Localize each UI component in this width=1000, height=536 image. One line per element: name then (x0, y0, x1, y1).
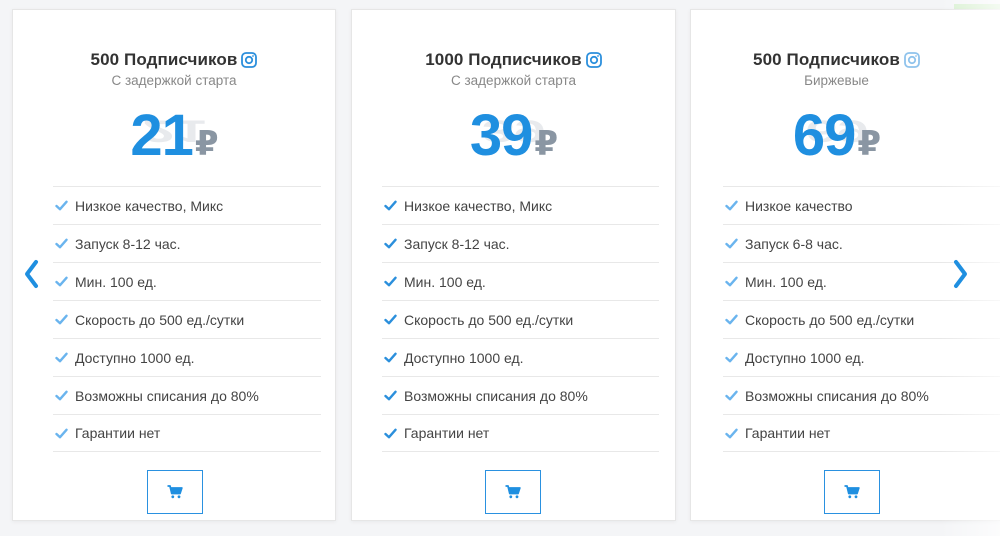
list-item: Гарантии нет (53, 414, 321, 452)
chevron-right-icon[interactable] (950, 256, 970, 292)
list-item: Мин. 100 ед. (382, 262, 659, 300)
list-item: Скорость до 500 ед./сутки (723, 300, 1000, 338)
checkmark-icon (725, 352, 738, 363)
feature-text: Запуск 8-12 час. (404, 235, 510, 252)
add-to-cart-button[interactable] (485, 470, 541, 514)
checkmark-icon (725, 428, 738, 438)
checkmark-icon (55, 200, 68, 211)
instagram-icon (241, 52, 258, 68)
list-item: Скорость до 500 ед./сутки (382, 300, 659, 338)
feature-text: Скорость до 500 ед./сутки (404, 311, 574, 328)
feature-text: Низкое качество (745, 197, 853, 214)
price-value: 69 (792, 103, 857, 168)
instagram-icon (585, 52, 602, 68)
checkmark-icon (55, 276, 68, 287)
checkmark-icon (55, 238, 68, 249)
list-item: Возможны списания до 80% (382, 376, 659, 414)
feature-text: Скорость до 500 ед./сутки (745, 311, 915, 328)
list-item: Доступно 1000 ед. (382, 338, 659, 376)
checkmark-icon (725, 238, 738, 249)
currency-symbol: ₽ (194, 125, 219, 163)
feature-text: Гарантии нет (404, 425, 490, 441)
add-to-cart-button[interactable] (147, 470, 203, 514)
price: 21₽ 21 (130, 107, 219, 173)
list-item: Низкое качество, Микс (382, 186, 659, 224)
feature-text: Запуск 8-12 час. (75, 235, 181, 252)
list-item: Запуск 8-12 час. (53, 224, 321, 262)
cart-icon (844, 485, 860, 499)
price: 39₽ 39 (470, 107, 558, 173)
list-item: Низкое качество (723, 186, 1000, 224)
feature-text: Возможны списания до 80% (404, 387, 588, 404)
currency-symbol: ₽ (534, 125, 558, 163)
checkmark-icon (384, 352, 397, 363)
list-item: Скорость до 500 ед./сутки (53, 300, 321, 338)
cart-icon (505, 485, 521, 499)
feature-list: Низкое качество, Микс Запуск 8-12 час. М… (382, 186, 659, 452)
instagram-icon (904, 52, 920, 68)
feature-text: Запуск 6-8 час. (745, 235, 843, 252)
list-item: Гарантии нет (382, 414, 659, 452)
feature-text: Низкое качество, Микс (75, 197, 224, 214)
list-item: Доступно 1000 ед. (723, 338, 1000, 376)
checkmark-icon (384, 200, 397, 211)
checkmark-icon (55, 428, 68, 438)
card-subtitle: Биржевые (804, 73, 869, 88)
card-subtitle: С задержкой старта (111, 73, 237, 88)
checkmark-icon (725, 390, 738, 401)
chevron-left-icon[interactable] (22, 256, 42, 292)
list-item: Мин. 100 ед. (53, 262, 321, 300)
feature-text: Скорость до 500 ед./сутки (75, 311, 245, 328)
card-title: 1000 Подписчиков (425, 50, 582, 69)
checkmark-icon (725, 200, 738, 211)
checkmark-icon (384, 238, 397, 249)
feature-text: Возможны списания до 80% (75, 387, 259, 404)
card-title: 500 Подписчиков (753, 50, 900, 69)
checkmark-icon (55, 390, 68, 401)
checkmark-icon (55, 314, 68, 325)
checkmark-icon (384, 314, 397, 325)
checkmark-icon (384, 276, 397, 287)
feature-text: Низкое качество, Микс (404, 197, 553, 214)
card-header: 1000 Подписчиков С задержкой старта (352, 50, 675, 88)
checkmark-icon (384, 390, 397, 401)
feature-list: Низкое качество, Микс Запуск 8-12 час. М… (53, 186, 321, 452)
currency-symbol: ₽ (857, 125, 881, 163)
price: 69₽ 69 (793, 107, 881, 173)
feature-list: Низкое качество Запуск 6-8 час. Мин. 100… (723, 186, 1000, 452)
feature-text: Гарантии нет (75, 425, 161, 441)
list-item: Возможны списания до 80% (723, 376, 1000, 414)
price-value: 21 (130, 103, 194, 168)
feature-text: Возможны списания до 80% (745, 387, 929, 404)
list-item: Запуск 8-12 час. (382, 224, 659, 262)
pricing-card: 500 Подписчиков С задержкой старта 21₽ 2… (12, 9, 336, 521)
list-item: Возможны списания до 80% (53, 376, 321, 414)
feature-text: Доступно 1000 ед. (404, 349, 524, 366)
add-to-cart-button[interactable] (824, 470, 880, 514)
checkmark-icon (55, 352, 68, 363)
card-header: 500 Подписчиков С задержкой старта (13, 50, 335, 88)
checkmark-icon (384, 428, 397, 438)
feature-text: Мин. 100 ед. (745, 273, 827, 290)
card-subtitle: С задержкой старта (450, 73, 577, 88)
card-header: 500 Подписчиков Биржевые (691, 50, 982, 88)
feature-text: Мин. 100 ед. (404, 273, 486, 290)
list-item: Доступно 1000 ед. (53, 338, 321, 376)
pricing-card: 1000 Подписчиков С задержкой старта 39₽ … (351, 9, 676, 521)
checkmark-icon (725, 276, 738, 287)
feature-text: Мин. 100 ед. (75, 273, 157, 290)
feature-text: Доступно 1000 ед. (75, 349, 195, 366)
cart-icon (167, 485, 183, 499)
feature-text: Гарантии нет (745, 425, 831, 441)
price-value: 39 (469, 103, 534, 168)
checkmark-icon (725, 314, 738, 325)
list-item: Гарантии нет (723, 414, 1000, 452)
list-item: Низкое качество, Микс (53, 186, 321, 224)
card-title: 500 Подписчиков (90, 50, 238, 69)
feature-text: Доступно 1000 ед. (745, 349, 865, 366)
